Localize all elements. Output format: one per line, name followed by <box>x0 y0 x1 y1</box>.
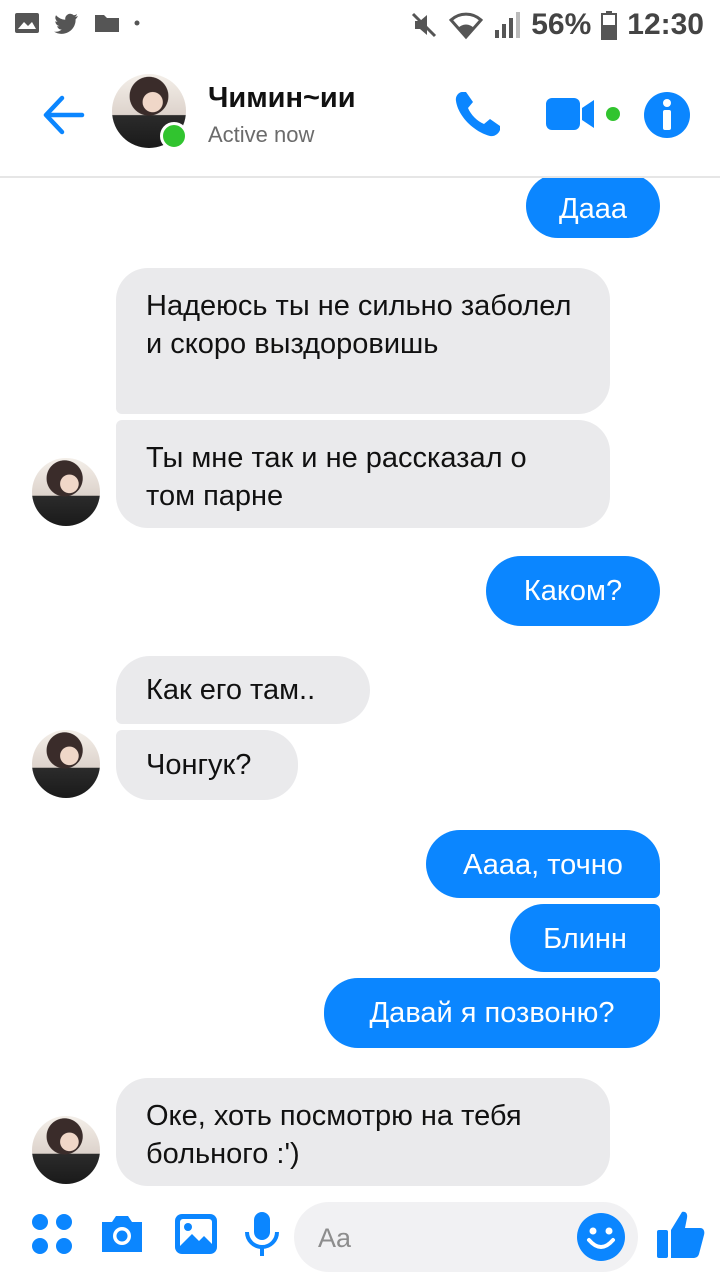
composer-bar <box>0 1192 720 1280</box>
message-outgoing[interactable]: Аааа, точно <box>426 830 660 898</box>
gallery-notification-icon <box>15 13 39 33</box>
contact-avatar-wrap[interactable] <box>112 74 188 150</box>
gallery-icon[interactable] <box>172 1210 220 1258</box>
more-notifications-dot-icon <box>134 20 140 26</box>
message-incoming[interactable]: Чонгук? <box>116 730 298 800</box>
message-outgoing[interactable]: Дааа <box>526 178 660 238</box>
sender-avatar[interactable] <box>32 730 100 798</box>
battery-percent: 56% <box>531 8 592 41</box>
status-system-icons: 56% 12:30 <box>409 8 704 42</box>
more-options-icon[interactable] <box>28 1210 76 1258</box>
emoji-icon[interactable] <box>576 1212 626 1262</box>
wifi-icon <box>449 12 484 40</box>
like-thumbs-up-icon[interactable] <box>654 1208 706 1260</box>
microphone-icon[interactable] <box>238 1210 286 1258</box>
message-incoming[interactable]: Как его там.. <box>116 656 370 724</box>
video-call-icon[interactable] <box>544 86 628 142</box>
info-icon[interactable] <box>642 90 692 140</box>
message-incoming[interactable]: Оке, хоть посмотрю на тебя больного :') <box>116 1078 610 1186</box>
status-bar: 56% 12:30 <box>0 0 720 50</box>
status-notification-icons <box>14 10 140 36</box>
contact-name[interactable]: Чимин~ии <box>208 82 356 115</box>
camera-icon[interactable] <box>98 1210 146 1258</box>
folder-notification-icon <box>95 15 119 32</box>
message-incoming[interactable]: Надеюсь ты не сильно заболел и скоро выз… <box>116 268 610 414</box>
signal-icon <box>495 12 521 38</box>
sender-avatar[interactable] <box>32 1116 100 1184</box>
message-incoming[interactable]: Ты мне так и не рассказал о том парне <box>116 420 610 528</box>
clock: 12:30 <box>627 8 704 41</box>
message-composer[interactable] <box>294 1202 638 1272</box>
message-input[interactable] <box>316 1218 560 1258</box>
message-outgoing[interactable]: Каком? <box>486 556 660 626</box>
message-list[interactable]: Дааа Надеюсь ты не сильно заболел и скор… <box>0 178 720 1192</box>
back-arrow-icon[interactable] <box>38 90 88 140</box>
mute-icon <box>412 12 437 38</box>
battery-icon <box>601 11 618 40</box>
contact-status: Active now <box>208 122 315 147</box>
twitter-notification-icon <box>54 13 78 34</box>
message-outgoing[interactable]: Блинн <box>510 904 660 972</box>
conversation-header: Чимин~ии Active now <box>0 60 720 178</box>
sender-avatar[interactable] <box>32 458 100 526</box>
phone-call-icon[interactable] <box>450 86 506 142</box>
message-outgoing[interactable]: Давай я позвоню? <box>324 978 660 1048</box>
online-indicator <box>160 122 188 150</box>
